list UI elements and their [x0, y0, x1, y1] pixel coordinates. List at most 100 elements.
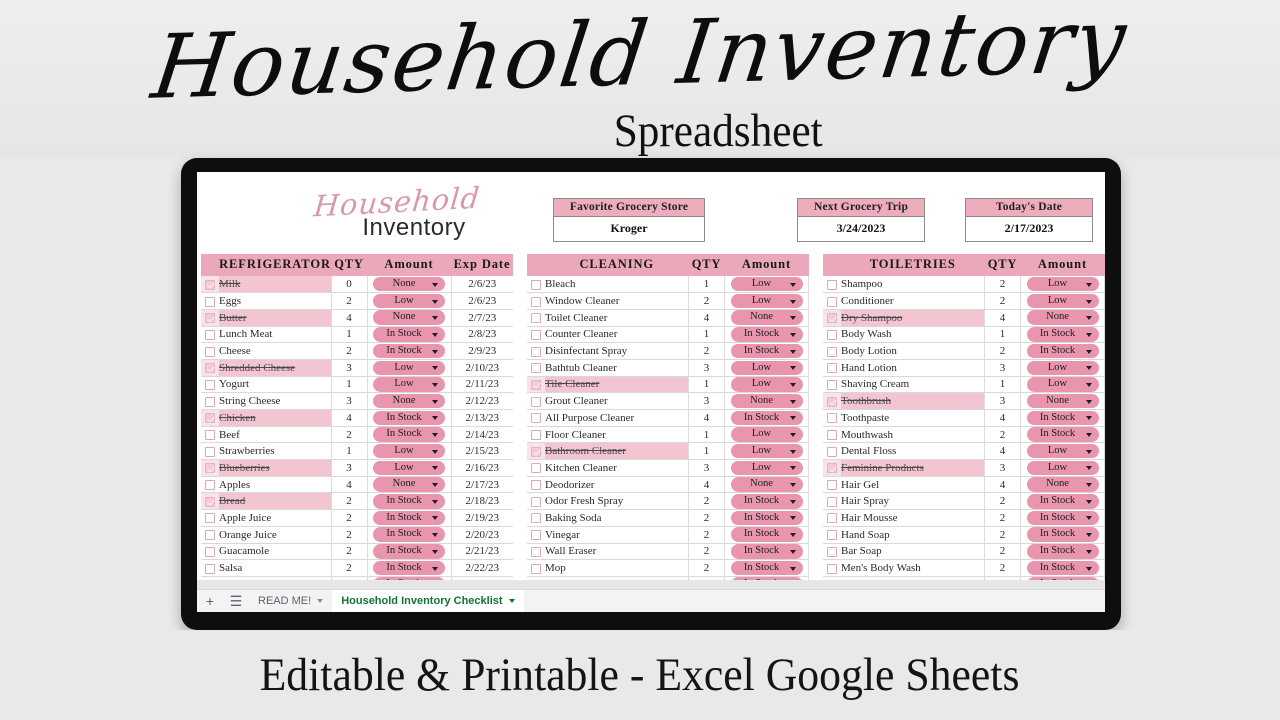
chevron-down-icon[interactable] [789, 299, 796, 304]
amount-dropdown[interactable]: None [373, 477, 445, 492]
item-name[interactable]: Strawberries [219, 442, 332, 461]
item-exp-date[interactable]: 2/14/23 [451, 426, 513, 444]
checkbox-icon[interactable] [531, 313, 541, 324]
checkbox-icon[interactable] [205, 446, 215, 457]
item-qty[interactable]: 3 [688, 459, 725, 477]
checkbox-icon[interactable] [205, 463, 215, 474]
checkbox-icon[interactable] [531, 363, 541, 374]
chevron-down-icon[interactable] [1085, 549, 1092, 554]
item-amount-cell[interactable]: Low [724, 426, 809, 444]
chevron-down-icon[interactable] [432, 549, 438, 554]
item-amount-cell[interactable]: In Stock [724, 526, 809, 544]
row-checkbox-cell[interactable] [527, 276, 545, 294]
row-checkbox-cell[interactable] [823, 309, 841, 327]
chevron-down-icon[interactable] [789, 366, 796, 371]
row-checkbox-cell[interactable] [823, 543, 841, 561]
amount-dropdown[interactable]: Low [1026, 443, 1099, 459]
checkbox-icon[interactable] [531, 430, 541, 440]
item-exp-date[interactable]: 2/21/23 [451, 543, 513, 561]
checkbox-icon[interactable] [531, 279, 541, 290]
item-amount-cell[interactable]: Low [1020, 376, 1105, 394]
chevron-down-icon[interactable] [432, 533, 438, 538]
item-qty[interactable]: 4 [331, 476, 368, 494]
item-amount-cell[interactable]: Low [367, 376, 452, 394]
checkbox-icon[interactable] [205, 496, 215, 507]
amount-dropdown[interactable]: In Stock [373, 510, 445, 526]
item-amount-cell[interactable]: In Stock [367, 426, 452, 444]
item-qty[interactable]: 2 [688, 559, 725, 577]
chevron-down-icon[interactable] [1085, 533, 1092, 538]
item-qty[interactable]: 2 [331, 426, 368, 444]
chevron-down-icon[interactable] [1085, 399, 1092, 404]
checkbox-icon[interactable] [827, 513, 837, 524]
row-checkbox-cell[interactable] [823, 526, 841, 544]
item-amount-cell[interactable]: In Stock [367, 342, 452, 360]
chevron-down-icon[interactable] [1085, 516, 1092, 521]
item-amount-cell[interactable]: None [724, 476, 809, 494]
item-qty[interactable]: 3 [331, 392, 368, 410]
horizontal-scrollbar[interactable] [197, 580, 1105, 589]
item-qty[interactable]: 2 [984, 292, 1021, 310]
amount-dropdown[interactable]: Low [373, 443, 445, 459]
checkbox-icon[interactable] [205, 379, 215, 390]
row-checkbox-cell[interactable] [201, 526, 219, 544]
chevron-down-icon[interactable] [432, 316, 438, 321]
checkbox-icon[interactable] [205, 480, 215, 491]
item-qty[interactable]: 4 [688, 309, 725, 327]
item-name[interactable]: Dry Shampoo [841, 309, 985, 327]
item-qty[interactable]: 3 [688, 359, 725, 377]
checkbox-icon[interactable] [205, 363, 215, 374]
item-name[interactable]: Mouthwash [841, 426, 985, 444]
row-checkbox-cell[interactable] [527, 459, 545, 477]
amount-dropdown[interactable]: None [373, 276, 445, 292]
chevron-down-icon[interactable] [432, 566, 438, 571]
item-amount-cell[interactable]: None [724, 392, 809, 410]
item-amount-cell[interactable]: In Stock [724, 559, 809, 577]
item-qty[interactable]: 2 [688, 543, 725, 561]
chevron-down-icon[interactable] [317, 599, 324, 603]
item-qty[interactable]: 3 [984, 392, 1021, 410]
item-qty[interactable]: 4 [331, 309, 368, 327]
item-qty[interactable]: 3 [984, 459, 1021, 477]
item-name[interactable]: Wall Eraser [545, 543, 689, 561]
item-exp-date[interactable]: 2/12/23 [451, 392, 513, 410]
row-checkbox-cell[interactable] [527, 326, 545, 344]
item-exp-date[interactable]: 2/13/23 [451, 409, 513, 427]
amount-dropdown[interactable]: Low [730, 360, 803, 376]
amount-dropdown[interactable]: Low [373, 293, 445, 309]
item-amount-cell[interactable]: Low [1020, 292, 1105, 310]
item-qty[interactable]: 4 [688, 409, 725, 427]
item-amount-cell[interactable]: In Stock [367, 559, 452, 577]
item-exp-date[interactable]: 2/17/23 [451, 476, 513, 494]
item-amount-cell[interactable]: In Stock [1020, 526, 1105, 544]
checkbox-icon[interactable] [205, 296, 215, 307]
chevron-down-icon[interactable] [432, 449, 438, 454]
row-checkbox-cell[interactable] [201, 359, 219, 377]
item-qty[interactable]: 1 [984, 376, 1021, 394]
amount-dropdown[interactable]: None [1026, 477, 1099, 492]
checkbox-icon[interactable] [827, 313, 837, 324]
checkbox-icon[interactable] [531, 480, 541, 491]
item-name[interactable]: Baking Soda [545, 509, 689, 527]
item-amount-cell[interactable]: In Stock [724, 342, 809, 360]
item-qty[interactable]: 2 [984, 559, 1021, 577]
item-amount-cell[interactable]: Low [724, 292, 809, 310]
amount-dropdown[interactable]: Low [730, 377, 803, 392]
item-qty[interactable]: 4 [984, 442, 1021, 461]
item-name[interactable]: Feminine Products [841, 459, 985, 477]
item-amount-cell[interactable]: Low [724, 459, 809, 477]
item-qty[interactable]: 4 [984, 309, 1021, 327]
row-checkbox-cell[interactable] [201, 342, 219, 360]
item-exp-date[interactable]: 2/7/23 [451, 309, 513, 327]
item-amount-cell[interactable]: In Stock [367, 492, 452, 511]
all-sheets-icon[interactable]: ☰ [223, 594, 249, 608]
checkbox-icon[interactable] [205, 346, 215, 357]
chevron-down-icon[interactable] [1085, 466, 1092, 471]
item-name[interactable]: Counter Cleaner [545, 326, 689, 344]
chevron-down-icon[interactable] [1085, 499, 1092, 504]
item-amount-cell[interactable]: Low [367, 292, 452, 310]
checkbox-icon[interactable] [531, 413, 541, 424]
row-checkbox-cell[interactable] [527, 392, 545, 410]
sheet-tab-household-inventory-checklist[interactable]: Household Inventory Checklist [332, 589, 524, 612]
row-checkbox-cell[interactable] [823, 509, 841, 527]
